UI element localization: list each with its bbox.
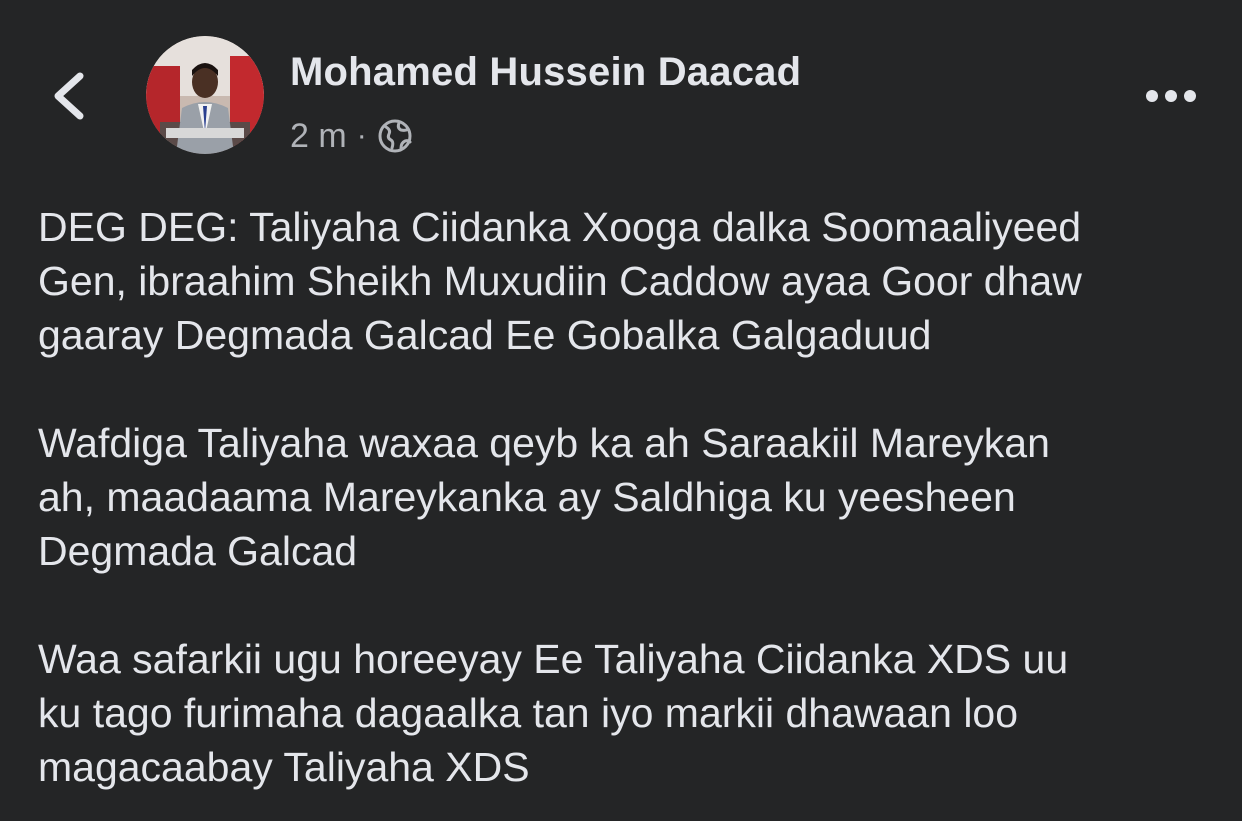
- post-timestamp[interactable]: 2 m: [290, 117, 347, 156]
- chevron-left-icon: [44, 62, 100, 130]
- post-meta: 2 m ·: [290, 114, 413, 158]
- post-paragraph: DEG DEG: Taliyaha Ciidanka Xooga dalka S…: [38, 204, 1082, 358]
- more-horizontal-icon: [1138, 90, 1204, 120]
- author-name[interactable]: Mohamed Hussein Daacad: [290, 50, 801, 95]
- post-header: Mohamed Hussein Daacad 2 m ·: [0, 0, 1242, 190]
- post-text: DEG DEG: Taliyaha Ciidanka Xooga dalka S…: [38, 200, 1218, 794]
- globe-icon[interactable]: [377, 118, 413, 154]
- more-options-button[interactable]: [1138, 76, 1204, 116]
- meta-separator: ·: [356, 119, 367, 152]
- post-paragraph: Wafdiga Taliyaha waxaa qeyb ka ah Saraak…: [38, 420, 1050, 574]
- author-avatar[interactable]: [146, 36, 264, 154]
- back-button[interactable]: [44, 62, 100, 130]
- post-paragraph: Waa safarkii ugu horeeyay Ee Taliyaha Ci…: [38, 636, 1069, 790]
